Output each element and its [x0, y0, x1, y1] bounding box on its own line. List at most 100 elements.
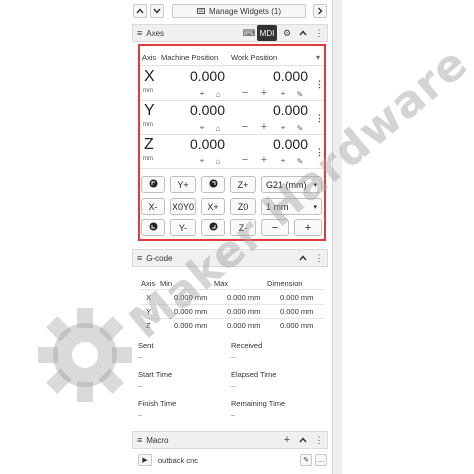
minus-icon[interactable]: − — [241, 121, 249, 133]
axis-z-label: Z — [144, 136, 154, 153]
start-time-value: – — [138, 381, 143, 390]
x-work-position[interactable]: 0.000 — [240, 68, 308, 84]
gcode-col-min: Min — [160, 279, 173, 288]
z-machine-position: 0.000 — [189, 136, 225, 152]
caret-down-icon[interactable]: ▾ — [314, 53, 322, 62]
menu-icon[interactable]: ≡ — [137, 28, 142, 38]
play-icon: ▶ — [142, 457, 148, 464]
pin-icon[interactable]: ⌖ — [198, 89, 206, 98]
macro-title: Macro — [146, 435, 169, 445]
plus-icon[interactable]: + — [260, 154, 268, 166]
keyboard-icon[interactable]: ⌨ — [242, 26, 256, 40]
pin-icon[interactable]: ⌖ — [198, 156, 206, 165]
jog-diag-up-right-button[interactable] — [201, 176, 225, 193]
gcode-row-z-axis: Z — [146, 321, 151, 330]
col-work-position: Work Position — [231, 53, 278, 62]
collapse-icon[interactable] — [296, 26, 310, 40]
menu-icon[interactable]: ≡ — [137, 435, 142, 445]
kebab-icon[interactable]: ⋮ — [315, 114, 324, 123]
jog-x0y0-button[interactable]: X0Y0 — [170, 198, 196, 215]
start-time-label: Start Time — [138, 370, 173, 379]
jog-x-minus-button[interactable]: X- — [141, 198, 165, 215]
move-up-button[interactable] — [133, 4, 147, 18]
menu-icon[interactable]: ≡ — [137, 253, 142, 263]
jog-diag-up-left-button[interactable] — [141, 176, 165, 193]
gcode-row-x-dim: 0.000 mm — [280, 293, 314, 302]
manage-widgets-label: Manage Widgets (1) — [208, 6, 282, 16]
gcode-row-y-axis: Y — [146, 307, 152, 316]
sent-value: – — [138, 352, 143, 361]
mdi-button[interactable]: MDI — [257, 25, 277, 41]
jog-z-plus-button[interactable]: Z+ — [230, 176, 256, 193]
jog-y-minus-button[interactable]: Y- — [170, 219, 196, 236]
kebab-icon[interactable]: ⋮ — [315, 148, 324, 157]
edit-icon: ✎ — [303, 457, 309, 464]
gear-icon[interactable]: ⚙ — [280, 26, 294, 40]
gcode-row-line — [140, 304, 324, 305]
run-macro-button[interactable]: ▶ — [138, 454, 152, 466]
manage-widgets-button[interactable]: Manage Widgets (1) — [172, 4, 306, 18]
step-increase-button[interactable]: + — [294, 219, 322, 236]
collapse-icon[interactable] — [296, 251, 310, 265]
circle-arrow-icon — [149, 222, 158, 233]
elapsed-time-value: – — [231, 381, 236, 390]
jog-z-minus-button[interactable]: Z- — [230, 219, 256, 236]
plus-icon[interactable]: + — [260, 121, 268, 133]
move-down-button[interactable] — [150, 4, 164, 18]
gcode-col-max: Max — [214, 279, 229, 288]
home-icon[interactable]: ⌂ — [214, 124, 222, 133]
circle-arrow-icon — [209, 179, 218, 190]
chevron-right-icon — [317, 7, 323, 15]
y-work-position[interactable]: 0.000 — [240, 102, 308, 118]
widget-kebab-icon[interactable]: ⋮ — [312, 251, 326, 265]
jog-y-plus-button[interactable]: Y+ — [170, 176, 196, 193]
row-divider — [140, 134, 324, 135]
gcode-row-z-min: 0.000 mm — [174, 321, 208, 330]
gcode-col-dimension: Dimension — [267, 279, 303, 288]
pin-icon[interactable]: ⌖ — [198, 123, 206, 132]
units-select-value: G21 (mm) — [266, 179, 307, 190]
pin-icon[interactable]: ⌖ — [279, 156, 287, 165]
row-divider — [140, 168, 324, 169]
minus-icon[interactable]: − — [241, 87, 249, 99]
gcode-row-y-min: 0.000 mm — [174, 307, 208, 316]
plus-icon[interactable]: + — [260, 87, 268, 99]
chevron-down-icon — [153, 8, 161, 14]
home-icon[interactable]: ⌂ — [214, 90, 222, 99]
gcode-row-y-max: 0.000 mm — [227, 307, 261, 316]
macro-more-button[interactable]: … — [315, 454, 327, 466]
units-select[interactable]: G21 (mm) ▾ — [261, 176, 322, 193]
macro-item-name[interactable]: outback cnc — [158, 456, 198, 465]
z-work-position[interactable]: 0.000 — [240, 136, 308, 152]
jog-z0-button[interactable]: Z0 — [230, 198, 256, 215]
jog-x-plus-button[interactable]: X+ — [201, 198, 225, 215]
jog-diag-down-right-button[interactable] — [201, 219, 225, 236]
received-value: – — [231, 352, 236, 361]
macro-edit-button[interactable]: ✎ — [300, 454, 312, 466]
edit-icon[interactable]: ✎ — [296, 90, 304, 99]
home-icon[interactable]: ⌂ — [214, 157, 222, 166]
elapsed-time-label: Elapsed Time — [231, 370, 277, 379]
edit-icon[interactable]: ✎ — [296, 157, 304, 166]
y-machine-position: 0.000 — [189, 102, 225, 118]
header-divider — [140, 65, 324, 66]
minus-icon[interactable]: − — [241, 154, 249, 166]
step-select[interactable]: 1 mm ▾ — [261, 198, 322, 215]
pin-icon[interactable]: ⌖ — [279, 123, 287, 132]
next-button[interactable] — [313, 4, 327, 18]
collapse-icon[interactable] — [296, 433, 310, 447]
widget-kebab-icon[interactable]: ⋮ — [312, 26, 326, 40]
axes-title: Axes — [146, 28, 165, 38]
widget-kebab-icon[interactable]: ⋮ — [312, 433, 326, 447]
kebab-icon[interactable]: ⋮ — [315, 80, 324, 89]
finish-time-value: – — [138, 410, 143, 419]
circle-arrow-icon — [209, 222, 218, 233]
col-axis: Axis — [142, 53, 157, 62]
row-divider — [140, 100, 324, 101]
widgets-icon — [197, 8, 205, 14]
edit-icon[interactable]: ✎ — [296, 124, 304, 133]
add-macro-icon[interactable]: + — [280, 433, 294, 447]
jog-diag-down-left-button[interactable] — [141, 219, 165, 236]
pin-icon[interactable]: ⌖ — [279, 89, 287, 98]
step-decrease-button[interactable]: − — [261, 219, 289, 236]
